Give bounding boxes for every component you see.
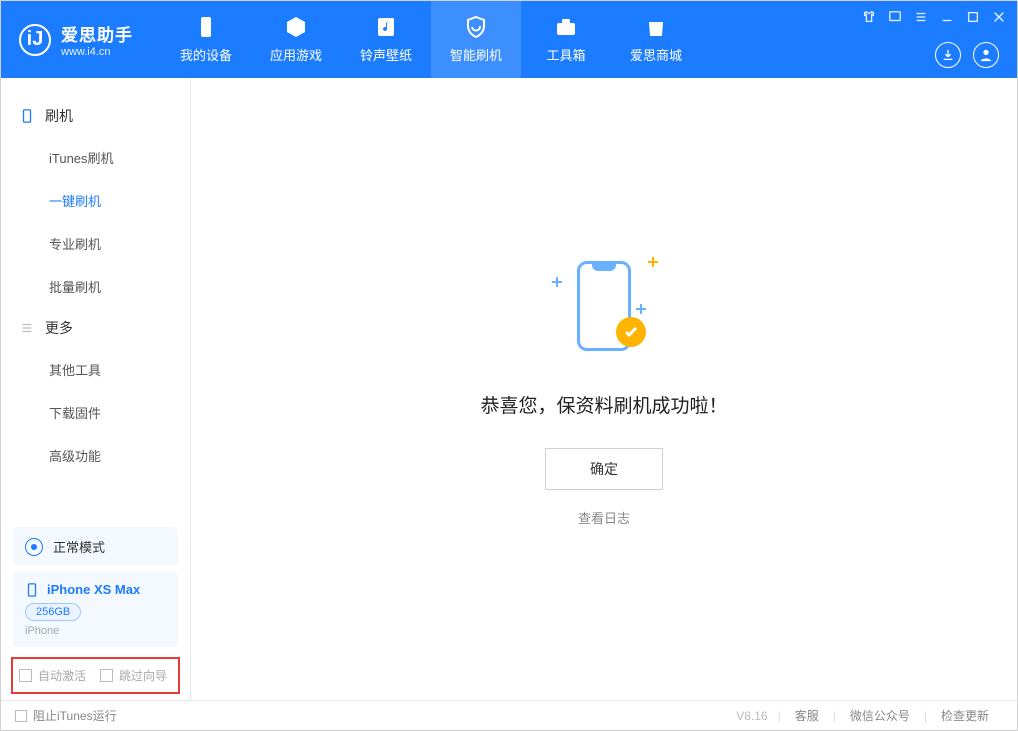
footer-link-support[interactable]: 客服 (781, 707, 833, 724)
tab-ringtones-wallpapers[interactable]: 铃声壁纸 (341, 1, 431, 78)
shopping-bag-icon (644, 15, 668, 39)
tab-smart-flash[interactable]: 智能刷机 (431, 1, 521, 78)
close-icon[interactable] (991, 9, 1007, 25)
checkbox-icon (15, 710, 27, 722)
menu-icon[interactable] (913, 9, 929, 25)
app-site: www.i4.cn (61, 46, 133, 58)
checkbox-icon (100, 669, 113, 682)
maximize-icon[interactable] (965, 9, 981, 25)
footer-link-wechat[interactable]: 微信公众号 (836, 707, 924, 724)
header-bar: iJ 爱思助手 www.i4.cn 我的设备 应用游戏 铃声壁纸 智能刷机 工具… (1, 1, 1017, 78)
device-mode-status[interactable]: 正常模式 (13, 527, 178, 566)
checkbox-label: 阻止iTunes运行 (33, 707, 117, 724)
device-type: iPhone (25, 625, 166, 637)
music-note-icon (374, 15, 398, 39)
tab-label: 智能刷机 (450, 45, 502, 64)
highlighted-options-row: 自动激活 跳过向导 (11, 657, 180, 694)
app-logo: iJ 爱思助手 www.i4.cn (1, 1, 151, 78)
cube-icon (284, 15, 308, 39)
top-tabs: 我的设备 应用游戏 铃声壁纸 智能刷机 工具箱 爱思商城 (161, 1, 701, 78)
sidebar-item-advanced[interactable]: 高级功能 (1, 434, 190, 477)
connected-device-card[interactable]: iPhone XS Max 256GB iPhone (13, 572, 178, 647)
sidebar-item-download-firmware[interactable]: 下载固件 (1, 391, 190, 434)
tab-label: 爱思商城 (630, 45, 682, 64)
checkbox-auto-activate[interactable]: 自动激活 (19, 667, 86, 684)
tab-label: 铃声壁纸 (360, 45, 412, 64)
sidebar-item-oneclick-flash[interactable]: 一键刷机 (1, 179, 190, 222)
footer-link-update[interactable]: 检查更新 (927, 707, 1003, 724)
checkbox-skip-guide[interactable]: 跳过向导 (100, 667, 167, 684)
feedback-icon[interactable] (887, 9, 903, 25)
version-label: V8.16 (736, 709, 767, 723)
checkbox-label: 跳过向导 (119, 667, 167, 684)
device-icon (194, 15, 218, 39)
sidebar-item-batch-flash[interactable]: 批量刷机 (1, 265, 190, 308)
logo-icon: iJ (19, 24, 51, 56)
phone-icon (25, 583, 39, 597)
user-actions (935, 42, 999, 68)
flash-result-panel: 恭喜您，保资料刷机成功啦！ 确定 查看日志 (480, 251, 727, 527)
tab-label: 工具箱 (546, 45, 585, 64)
group-title-label: 刷机 (45, 106, 73, 126)
minimize-icon[interactable] (939, 9, 955, 25)
window-controls (861, 9, 1007, 25)
sidebar: 刷机 iTunes刷机 一键刷机 专业刷机 批量刷机 更多 其他工具 下载固件 … (1, 78, 191, 700)
view-log-link[interactable]: 查看日志 (578, 508, 630, 527)
device-storage-badge: 256GB (25, 603, 81, 621)
checkbox-label: 自动激活 (38, 667, 86, 684)
ok-button[interactable]: 确定 (545, 448, 663, 490)
sidebar-item-pro-flash[interactable]: 专业刷机 (1, 222, 190, 265)
device-name: iPhone XS Max (47, 582, 140, 597)
user-icon[interactable] (973, 42, 999, 68)
tab-store[interactable]: 爱思商城 (611, 1, 701, 78)
shield-refresh-icon (464, 15, 488, 39)
tab-label: 我的设备 (180, 45, 232, 64)
tab-my-device[interactable]: 我的设备 (161, 1, 251, 78)
success-message: 恭喜您，保资料刷机成功啦！ (480, 391, 727, 418)
group-title-label: 更多 (45, 318, 73, 338)
check-badge-icon (616, 317, 646, 347)
toolbox-icon (554, 15, 578, 39)
tab-label: 应用游戏 (270, 45, 322, 64)
shirt-icon[interactable] (861, 9, 877, 25)
download-icon[interactable] (935, 42, 961, 68)
status-label: 正常模式 (53, 537, 105, 556)
normal-mode-icon (25, 538, 43, 556)
menu-lines-icon (19, 320, 35, 336)
sidebar-group-more: 更多 (1, 308, 190, 348)
app-name: 爱思助手 (61, 21, 133, 46)
phone-outline-icon (19, 108, 35, 124)
checkbox-icon (19, 669, 32, 682)
footer-bar: 阻止iTunes运行 V8.16 | 客服 | 微信公众号 | 检查更新 (1, 700, 1017, 730)
tab-toolbox[interactable]: 工具箱 (521, 1, 611, 78)
sidebar-item-itunes-flash[interactable]: iTunes刷机 (1, 136, 190, 179)
sidebar-item-other-tools[interactable]: 其他工具 (1, 348, 190, 391)
checkbox-block-itunes[interactable]: 阻止iTunes运行 (15, 707, 117, 724)
success-illustration (544, 251, 664, 361)
tab-apps-games[interactable]: 应用游戏 (251, 1, 341, 78)
sidebar-group-flash: 刷机 (1, 96, 190, 136)
main-content: 恭喜您，保资料刷机成功啦！ 确定 查看日志 (191, 78, 1017, 700)
